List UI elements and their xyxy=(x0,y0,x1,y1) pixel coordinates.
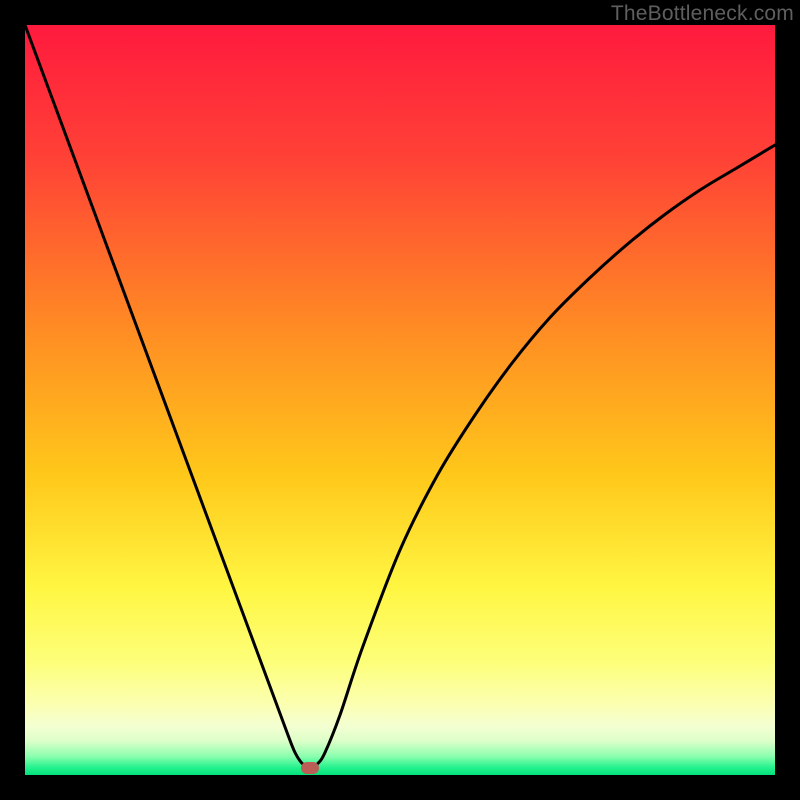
plot-wrap xyxy=(25,25,775,775)
plot-area xyxy=(25,25,775,775)
watermark-text: TheBottleneck.com xyxy=(611,2,794,26)
bottleneck-curve xyxy=(25,25,775,775)
min-marker xyxy=(301,762,319,774)
chart-frame: TheBottleneck.com xyxy=(0,0,800,800)
